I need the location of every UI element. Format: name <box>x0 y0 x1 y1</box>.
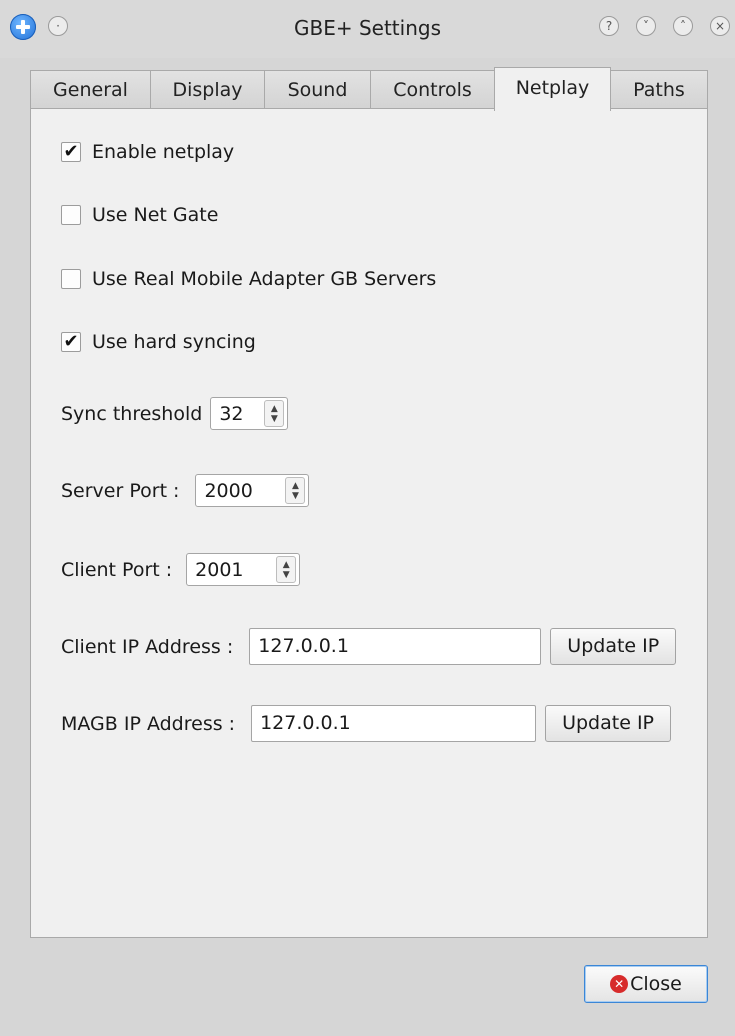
spin-arrows-icon[interactable]: ▲ ▼ <box>285 477 306 504</box>
tab-sound[interactable]: Sound <box>264 70 371 109</box>
client-port-spinbox[interactable]: 2001 ▲ ▼ <box>186 553 301 586</box>
client-ip-row: Client IP Address : 127.0.0.1 Update IP <box>61 628 677 665</box>
use-net-gate-checkbox[interactable] <box>61 205 81 225</box>
maximize-icon[interactable]: ˄ <box>673 16 693 36</box>
hard-sync-checkbox[interactable]: ✔ <box>61 332 81 352</box>
close-button[interactable]: ✕ Close <box>584 965 708 1003</box>
hard-sync-row[interactable]: ✔ Use hard syncing <box>61 331 256 353</box>
tab-display[interactable]: Display <box>150 70 265 109</box>
spin-arrows-icon[interactable]: ▲ ▼ <box>276 556 297 583</box>
close-window-icon[interactable]: × <box>710 16 730 36</box>
sync-threshold-label: Sync threshold <box>61 402 203 425</box>
window-title: GBE+ Settings <box>293 16 441 40</box>
client-port-value: 2001 <box>195 558 244 581</box>
enable-netplay-checkbox[interactable]: ✔ <box>61 142 81 162</box>
magb-ip-row: MAGB IP Address : 127.0.0.1 Update IP <box>61 705 672 742</box>
magb-ip-input[interactable]: 127.0.0.1 <box>251 705 537 742</box>
hard-sync-label: Use hard syncing <box>92 331 256 353</box>
server-port-row: Server Port : 2000 ▲ ▼ <box>61 474 310 507</box>
enable-netplay-row[interactable]: ✔ Enable netplay <box>61 141 234 163</box>
client-ip-label: Client IP Address : <box>61 635 234 658</box>
minimize-icon[interactable]: ˅ <box>636 16 656 36</box>
use-net-gate-row[interactable]: Use Net Gate <box>61 204 218 226</box>
sync-threshold-value: 32 <box>219 402 244 425</box>
use-real-magb-row[interactable]: Use Real Mobile Adapter GB Servers <box>61 268 436 290</box>
sync-threshold-row: Sync threshold 32 ▲ ▼ <box>61 397 289 430</box>
client-update-ip-button[interactable]: Update IP <box>550 628 677 665</box>
magb-update-ip-button[interactable]: Update IP <box>545 705 672 742</box>
enable-netplay-label: Enable netplay <box>92 141 235 163</box>
client-port-row: Client Port : 2001 ▲ ▼ <box>61 553 301 586</box>
server-port-label: Server Port : <box>61 479 180 502</box>
client-port-label: Client Port : <box>61 558 173 581</box>
server-port-value: 2000 <box>204 479 253 502</box>
use-real-magb-label: Use Real Mobile Adapter GB Servers <box>92 268 437 290</box>
tab-controls[interactable]: Controls <box>370 70 495 109</box>
client-ip-input[interactable]: 127.0.0.1 <box>249 628 542 665</box>
close-x-icon: ✕ <box>610 975 629 993</box>
sync-threshold-spinbox[interactable]: 32 ▲ ▼ <box>210 397 289 430</box>
netplay-panel <box>30 108 708 938</box>
help-icon[interactable]: ? <box>599 16 619 36</box>
tab-paths[interactable]: Paths <box>610 70 708 109</box>
title-bar[interactable]: · GBE+ Settings ? ˅ ˄ × <box>0 0 735 58</box>
close-button-label: Close <box>630 973 682 995</box>
spin-arrows-icon[interactable]: ▲ ▼ <box>264 400 285 427</box>
use-net-gate-label: Use Net Gate <box>92 204 219 226</box>
tab-netplay[interactable]: Netplay <box>494 67 611 111</box>
server-port-spinbox[interactable]: 2000 ▲ ▼ <box>195 474 310 507</box>
use-real-magb-checkbox[interactable] <box>61 269 81 289</box>
magb-ip-label: MAGB IP Address : <box>61 712 236 735</box>
tab-general[interactable]: General <box>30 70 151 109</box>
